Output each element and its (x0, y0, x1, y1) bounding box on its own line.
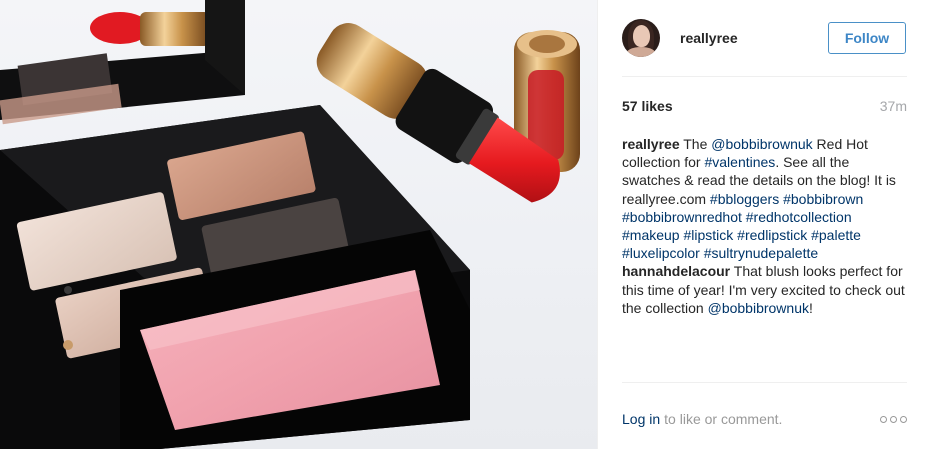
caption-username[interactable]: reallyree (622, 136, 680, 152)
divider (622, 76, 907, 77)
post-sidebar: reallyree Follow 57 likes 37m reallyree … (597, 0, 930, 449)
post-footer: Log in to like or comment. (622, 410, 907, 428)
hashtag-link[interactable]: #lipstick (683, 227, 733, 243)
post-photo[interactable] (0, 0, 597, 449)
likes-count[interactable]: 57 likes (622, 98, 673, 114)
hashtag-link[interactable]: #makeup (622, 227, 680, 243)
hashtag-link[interactable]: #bobbibrown (783, 191, 863, 207)
comments-list: reallyree The @bobbibrownuk Red Hot coll… (622, 135, 907, 317)
dot-icon (890, 415, 897, 423)
mention-link[interactable]: @bobbibrownuk (711, 136, 812, 152)
login-prompt-text: to like or comment. (664, 411, 783, 427)
text-segment: ! (809, 299, 813, 316)
follow-button[interactable]: Follow (828, 21, 906, 54)
hashtag-link[interactable]: #bobbibrownredhot (622, 209, 742, 225)
hashtag-link[interactable]: #redlipstick (737, 227, 807, 243)
post-header: reallyree Follow (622, 15, 906, 60)
hashtag-link[interactable]: #luxelipcolor (622, 245, 700, 261)
dot-icon (880, 415, 887, 423)
divider (622, 382, 907, 383)
login-link[interactable]: Log in (622, 411, 660, 427)
text-segment: The (679, 136, 712, 152)
hashtag-link[interactable]: #redhotcollection (746, 209, 852, 225)
post-timestamp[interactable]: 37m (880, 98, 907, 114)
mention-link[interactable]: @bobbibrownuk (708, 300, 809, 316)
background-lipstick (90, 12, 210, 46)
avatar-face (633, 24, 650, 47)
hashtag-link[interactable]: #palette (811, 227, 861, 243)
comment-username[interactable]: hannahdelacour (622, 263, 730, 279)
header-username[interactable]: reallyree (680, 30, 738, 46)
post-stats: 57 likes 37m (622, 98, 907, 114)
caption-text: The @bobbibrownuk Red Hot collection for… (622, 136, 896, 261)
dot-icon (900, 415, 907, 423)
makeup-photo-illustration (0, 0, 580, 449)
caption: reallyree The @bobbibrownuk Red Hot coll… (622, 135, 907, 262)
hashtag-link[interactable]: #sultrynudepalette (704, 245, 818, 261)
palette-body (0, 105, 470, 449)
more-options-icon[interactable] (880, 415, 907, 423)
avatar[interactable] (622, 18, 660, 57)
instagram-post: reallyree Follow 57 likes 37m reallyree … (0, 0, 930, 449)
hashtag-link[interactable]: #bbloggers (710, 191, 779, 207)
hashtag-link[interactable]: #valentines (704, 154, 775, 170)
comment: hannahdelacour That blush looks perfect … (622, 262, 907, 317)
